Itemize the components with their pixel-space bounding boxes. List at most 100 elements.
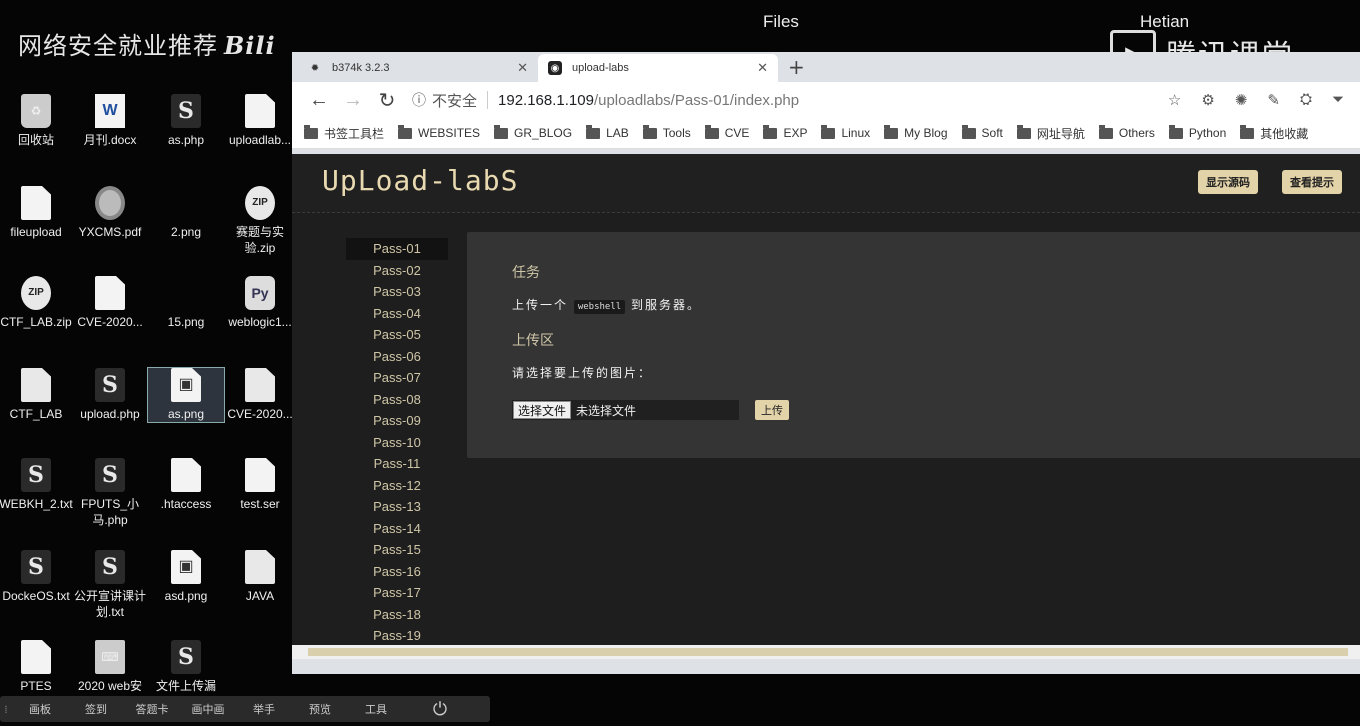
desktop-icon[interactable]: JAVA (222, 550, 298, 604)
desktop-icon[interactable]: ♻ 回收站 (0, 94, 74, 148)
pass-menu-item[interactable]: Pass-15 (346, 539, 448, 561)
show-source-button[interactable]: 显示源码 (1198, 170, 1258, 194)
pass-menu-item[interactable]: Pass-13 (346, 496, 448, 518)
desktop-icon[interactable]: uploadlab... (222, 94, 298, 148)
info-icon[interactable]: ⓘ (412, 90, 426, 110)
bookmark-folder[interactable]: Soft (961, 124, 1003, 140)
checkin-button[interactable]: 签到 (68, 701, 124, 717)
desktop-icon[interactable]: 15.png (148, 276, 224, 330)
desktop-icon[interactable]: Sas.php (148, 94, 224, 148)
pass-menu-item[interactable]: Pass-16 (346, 561, 448, 583)
desktop-icon[interactable]: YXCMS.pdf (72, 186, 148, 240)
bookmark-folder[interactable]: 网址导航 (1016, 124, 1085, 142)
extension-icon[interactable]: ✎ (1267, 91, 1280, 109)
pass-menu-item[interactable]: Pass-03 (346, 281, 448, 303)
pass-menu-item[interactable]: Pass-19 (346, 625, 448, 647)
desktop-icon[interactable]: S 文件上传漏 (148, 640, 224, 694)
raise-hand-button[interactable]: 举手 (236, 701, 292, 717)
code-webshell: webshell (573, 300, 626, 314)
reload-icon[interactable]: ↻ (370, 88, 404, 113)
desktop-icon[interactable]: S FPUTS_小马.php (72, 458, 148, 528)
pass-menu-item[interactable]: Pass-12 (346, 475, 448, 497)
pass-menu-item[interactable]: Pass-09 (346, 410, 448, 432)
close-icon[interactable]: ✕ (757, 60, 768, 76)
bookmark-folder[interactable]: EXP (763, 124, 807, 140)
desktop-icon[interactable]: S WEBKH_2.txt (0, 458, 74, 512)
whiteboard-button[interactable]: 画板 (12, 701, 68, 717)
image-icon: ▣ (171, 550, 201, 584)
pass-menu-item[interactable]: Pass-18 (346, 604, 448, 626)
bookmark-folder[interactable]: Linux (821, 124, 870, 140)
bookmark-folder[interactable]: GR_BLOG (494, 124, 572, 140)
pass-menu-item[interactable]: Pass-14 (346, 518, 448, 540)
show-hint-button[interactable]: 查看提示 (1282, 170, 1342, 194)
desktop-icon-label: .htaccess (160, 497, 212, 511)
bookmark-folder[interactable]: Others (1098, 124, 1155, 140)
new-tab-button[interactable]: + (788, 55, 805, 79)
pass-menu-item[interactable]: Pass-04 (346, 303, 448, 325)
back-icon[interactable]: ← (302, 89, 336, 112)
pass-menu-item[interactable]: Pass-10 (346, 432, 448, 454)
desktop-icon[interactable]: Supload.php (72, 368, 148, 422)
choose-file-button[interactable]: 选择文件 (513, 401, 572, 419)
extension-icon[interactable]: ✺ (1235, 91, 1248, 109)
bookmark-folder[interactable]: 其他收藏 (1240, 124, 1308, 142)
preview-button[interactable]: 预览 (292, 701, 348, 717)
desktop-icon[interactable]: CTF_LAB (0, 368, 74, 422)
horizontal-scrollbar[interactable] (292, 645, 1360, 659)
pip-button[interactable]: 画中画 (180, 701, 236, 717)
pass-menu-item[interactable]: Pass-17 (346, 582, 448, 604)
desktop-icon[interactable]: ▣ as.png (147, 367, 225, 423)
pass-menu-item[interactable]: Pass-06 (346, 346, 448, 368)
desktop-icon-label: 2020 web安 (77, 679, 143, 693)
tab-upload-labs[interactable]: ◉ upload-labs ✕ (538, 54, 778, 82)
desktop-icon[interactable]: S DockeOS.txt (0, 550, 74, 604)
scrollbar-thumb[interactable] (308, 648, 1348, 656)
pass-menu-item[interactable]: Pass-05 (346, 324, 448, 346)
desktop-icon[interactable]: test.ser (222, 458, 298, 512)
bookmark-folder[interactable]: My Blog (884, 124, 948, 140)
bookmark-folder[interactable]: Python (1168, 124, 1226, 140)
bookmark-folder[interactable]: Tools (642, 124, 691, 140)
close-icon[interactable]: ✕ (517, 60, 528, 76)
pass-menu-item[interactable]: Pass-07 (346, 367, 448, 389)
forward-icon[interactable]: → (336, 89, 370, 112)
file-icon (95, 276, 125, 310)
desktop-icon-label: CTF_LAB (9, 407, 63, 421)
upload-button[interactable]: 上传 (755, 400, 789, 420)
desktop-icon[interactable]: ⌨ 2020 web安 (72, 640, 148, 694)
bookmark-folder[interactable]: WEBSITES (398, 124, 480, 140)
extension-icon[interactable]: ⛭ (1300, 91, 1312, 109)
desktop-icon[interactable]: ▣ asd.png (148, 550, 224, 604)
pass-menu-item[interactable]: Pass-02 (346, 260, 448, 282)
desktop-icon[interactable]: 2.png (148, 186, 224, 240)
power-icon[interactable]: ⏻ (412, 699, 468, 720)
grip-icon[interactable]: ⁞ (0, 703, 12, 716)
answer-card-button[interactable]: 答题卡 (124, 701, 180, 717)
star-icon[interactable]: ☆ (1168, 91, 1181, 109)
desktop-icon[interactable]: S 公开宣讲课计划.txt (72, 550, 148, 620)
tools-button[interactable]: 工具 (348, 701, 404, 717)
folder-icon (586, 124, 601, 139)
site-logo[interactable]: UpLoad-labS (322, 164, 518, 197)
desktop-icon[interactable]: ZIP 赛题与实验.zip (222, 186, 298, 256)
desktop-icon[interactable]: CVE-2020... (72, 276, 148, 330)
desktop-icon[interactable]: CVE-2020... (222, 368, 298, 422)
pass-menu-item[interactable]: Pass-08 (346, 389, 448, 411)
pass-menu-item[interactable]: Pass-11 (346, 453, 448, 475)
desktop-icon[interactable]: Py weblogic1... (222, 276, 298, 330)
extension-icon[interactable]: ⚙ (1201, 91, 1214, 109)
bookmark-folder[interactable]: LAB (586, 124, 629, 140)
desktop-icon[interactable]: fileupload (0, 186, 74, 240)
desktop-icon[interactable]: .htaccess (148, 458, 224, 512)
address-bar[interactable]: ⓘ 不安全 192.168.1.109 /uploadlabs/Pass-01/… (412, 90, 1168, 111)
desktop-icon[interactable]: PTES (0, 640, 74, 694)
pass-menu-item[interactable]: Pass-01 (346, 238, 448, 260)
bookmark-folder[interactable]: 书签工具栏 (304, 124, 384, 142)
file-input[interactable]: 选择文件 未选择文件 (512, 400, 739, 420)
bookmark-folder[interactable]: CVE (704, 124, 749, 140)
tab-b374k[interactable]: ✹ b374k 3.2.3 ✕ (298, 54, 538, 82)
filter-icon[interactable]: ⏷ (1332, 91, 1344, 109)
desktop-icon[interactable]: W 月刊.docx (72, 94, 148, 148)
desktop-icon[interactable]: ZIP CTF_LAB.zip (0, 276, 74, 330)
